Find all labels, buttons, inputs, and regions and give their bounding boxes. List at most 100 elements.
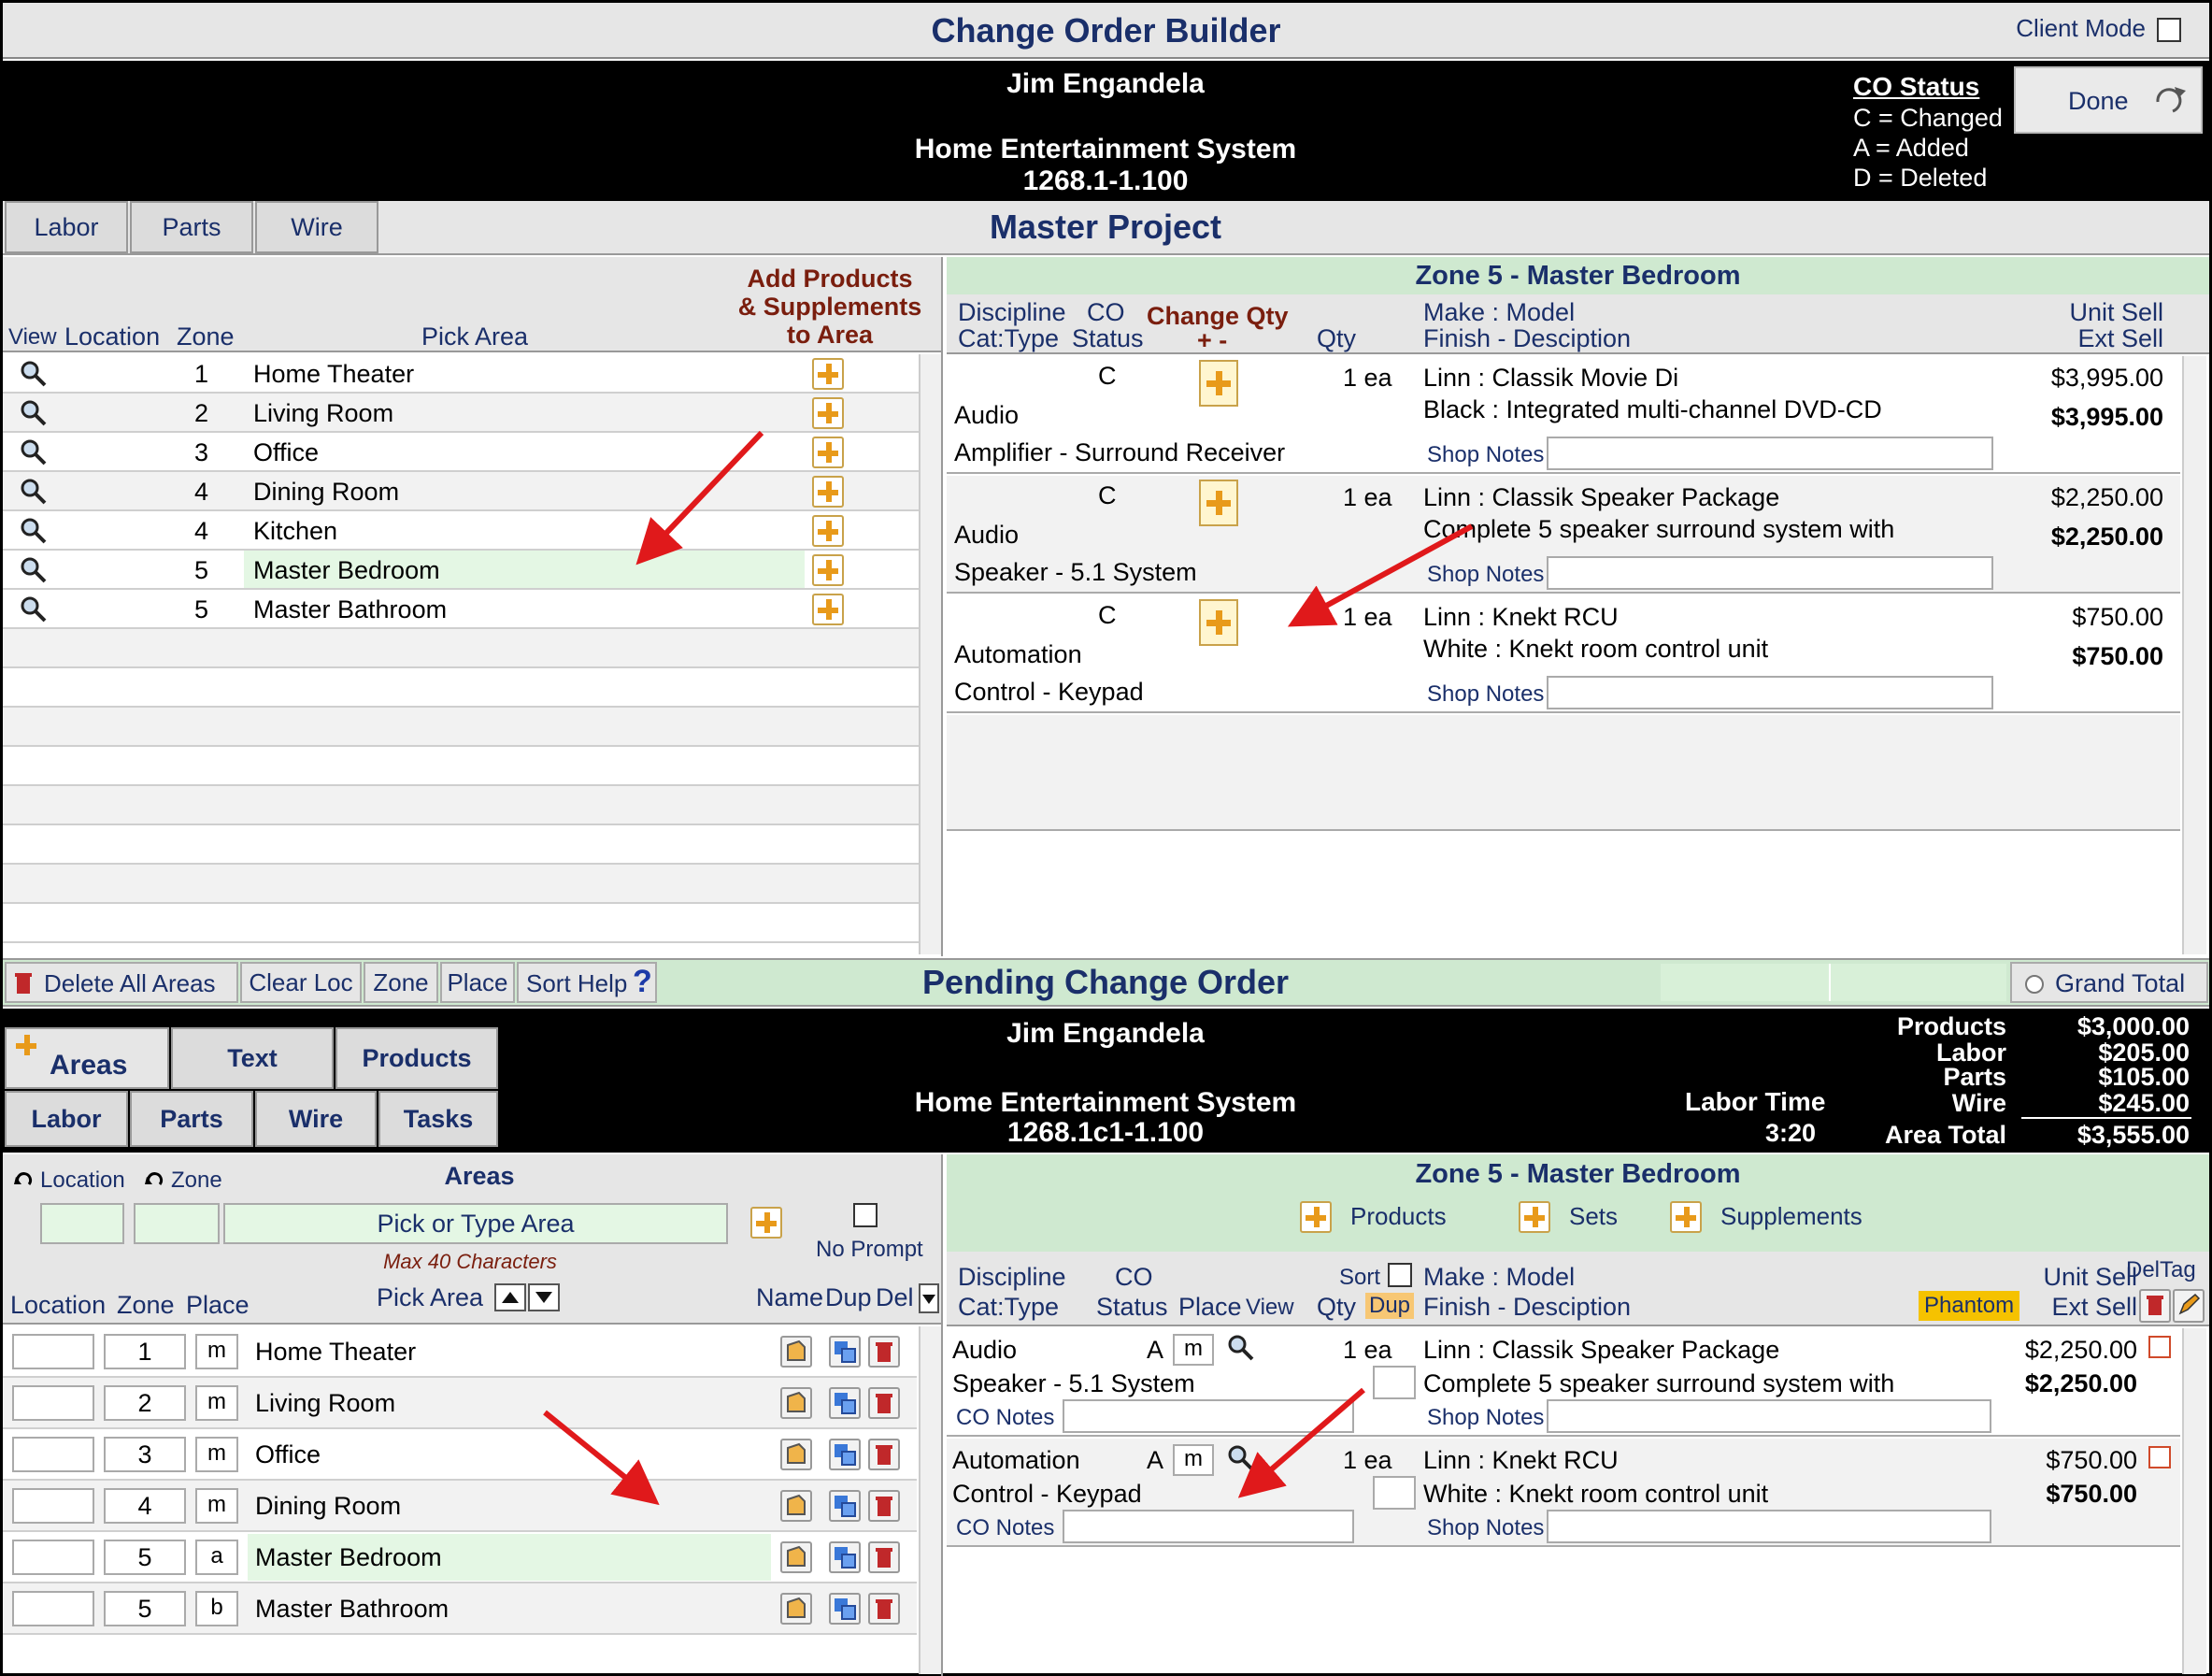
zone-field[interactable]: 5 [104,1591,186,1626]
delete-icon[interactable] [868,1490,900,1522]
shop-notes-input[interactable] [1547,1510,1991,1543]
add-products-plus-icon[interactable] [812,437,844,468]
column-menu-icon[interactable] [919,1283,939,1313]
duplicate-icon[interactable] [829,1490,861,1522]
client-mode-checkbox[interactable] [2157,18,2181,42]
tab-parts-bottom[interactable]: Parts [130,1091,253,1147]
pending-product-row[interactable]: Automation Control - Keypad A m 1 ea Lin… [947,1439,2180,1547]
delete-icon[interactable] [868,1541,900,1573]
shop-notes-input[interactable] [1547,1399,1991,1433]
magnifier-icon[interactable] [1227,1334,1255,1362]
shop-notes-input[interactable] [1547,556,1993,590]
location-input[interactable] [40,1203,124,1244]
location-field[interactable] [12,1385,94,1421]
product-row[interactable]: C 1 ea Linn : Classik Movie Di Black : I… [947,356,2180,474]
rename-icon[interactable] [780,1439,812,1470]
co-notes-input[interactable] [1063,1399,1354,1433]
area-row-master-bedroom[interactable]: 5 Master Bedroom [3,551,919,590]
tab-wire-bottom[interactable]: Wire [255,1091,377,1147]
product-row[interactable]: C 1 ea Linn : Knekt RCU White : Knekt ro… [947,595,2180,713]
rename-icon[interactable] [780,1490,812,1522]
tab-text[interactable]: Text [171,1027,334,1089]
area-row-office[interactable]: 3 Office [3,433,919,472]
grand-total-button[interactable]: Grand Total [2010,962,2208,1003]
dup-field[interactable] [1373,1476,1416,1510]
add-sets-button[interactable]: Sets [1569,1197,1618,1235]
add-products-plus-icon[interactable] [812,594,844,625]
duplicate-icon[interactable] [829,1439,861,1470]
magnifier-icon[interactable] [20,556,48,584]
delete-all-areas-button[interactable]: Delete All Areas [5,962,238,1003]
tab-products[interactable]: Products [335,1027,498,1089]
shop-notes-input[interactable] [1547,676,1993,709]
add-area-plus-icon[interactable] [750,1207,782,1239]
editable-area-row[interactable]: 5 b Master Bathroom [3,1583,917,1635]
editable-area-row[interactable]: 1 m Home Theater [3,1326,917,1378]
sets-plus-icon[interactable] [1519,1201,1550,1233]
duplicate-icon[interactable] [829,1593,861,1625]
delete-icon[interactable] [868,1439,900,1470]
location-field[interactable] [12,1437,94,1472]
magnifier-icon[interactable] [20,517,48,545]
duplicate-icon[interactable] [829,1541,861,1573]
location-field[interactable] [12,1591,94,1626]
place-field[interactable]: m [1173,1334,1214,1366]
top-products-scrollbar[interactable] [2182,356,2206,954]
duplicate-icon[interactable] [829,1387,861,1419]
zone-sort-button[interactable]: Zone [364,962,438,1003]
area-row-living-room[interactable]: 2 Living Room [3,394,919,433]
done-button[interactable]: Done [2014,66,2203,134]
place-field[interactable]: m [195,1385,238,1421]
add-supplements-button[interactable]: Supplements [1720,1197,1862,1235]
magnifier-icon[interactable] [1227,1444,1255,1472]
delete-icon[interactable] [868,1336,900,1368]
area-row-home-theater[interactable]: 1 Home Theater [3,354,919,394]
tab-wire-top[interactable]: Wire [255,201,378,253]
tab-labor-top[interactable]: Labor [5,201,128,253]
zone-field[interactable]: 1 [104,1334,186,1369]
add-products-plus-icon[interactable] [812,358,844,390]
area-row-master-bathroom[interactable]: 5 Master Bathroom [3,590,919,629]
sort-help-button[interactable]: Sort Help ? [517,962,657,1003]
sort-location-icon[interactable] [14,1169,35,1190]
zone-field[interactable]: 2 [104,1385,186,1421]
tab-parts-top[interactable]: Parts [130,201,253,253]
delete-icon[interactable] [868,1387,900,1419]
top-areas-scrollbar[interactable] [919,354,941,954]
change-qty-plus-icon[interactable] [1199,360,1238,407]
products-plus-icon[interactable] [1300,1201,1332,1233]
bottom-products-scrollbar[interactable] [2182,1328,2206,1674]
change-qty-plus-icon[interactable] [1199,599,1238,646]
delete-icon[interactable] [868,1593,900,1625]
rename-icon[interactable] [780,1593,812,1625]
place-field[interactable]: m [195,1437,238,1472]
sort-down-icon[interactable] [528,1283,560,1311]
delete-tag-checkbox[interactable] [2148,1446,2171,1468]
place-field[interactable]: m [195,1334,238,1369]
add-products-plus-icon[interactable] [812,397,844,429]
delete-column-icon[interactable] [2139,1289,2171,1323]
delete-tag-checkbox[interactable] [2148,1336,2171,1358]
place-field[interactable]: m [1173,1444,1214,1476]
magnifier-icon[interactable] [20,478,48,506]
product-row[interactable]: C 1 ea Linn : Classik Speaker Package Co… [947,476,2180,594]
dup-field[interactable] [1373,1366,1416,1399]
location-field[interactable] [12,1540,94,1575]
area-row-dining-room[interactable]: 4 Dining Room [3,472,919,511]
tab-tasks[interactable]: Tasks [378,1091,498,1147]
no-prompt-checkbox[interactable] [853,1203,878,1227]
sort-up-icon[interactable] [494,1283,526,1311]
place-field[interactable]: b [195,1591,238,1626]
zone-field[interactable]: 3 [104,1437,186,1472]
editable-area-row[interactable]: 4 m Dining Room [3,1481,917,1532]
magnifier-icon[interactable] [20,595,48,623]
zone-field[interactable]: 5 [104,1540,186,1575]
add-products-plus-icon[interactable] [812,476,844,508]
location-field[interactable] [12,1334,94,1369]
editable-area-row[interactable]: 2 m Living Room [3,1378,917,1429]
co-notes-input[interactable] [1063,1510,1354,1543]
edit-tag-icon[interactable] [2173,1289,2205,1323]
bottom-areas-scrollbar[interactable] [919,1326,941,1674]
tab-labor-bottom[interactable]: Labor [5,1091,128,1147]
add-products-button[interactable]: Products [1350,1197,1447,1235]
